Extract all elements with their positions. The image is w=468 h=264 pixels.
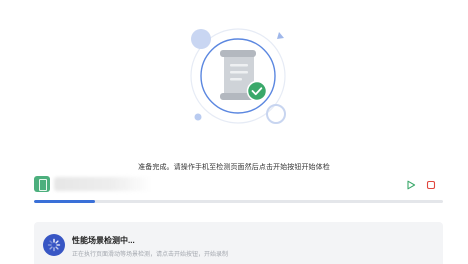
loading-spinner-icon <box>43 234 65 256</box>
task-subtitle: 正在执行页面滑动等场景检测，请点击开始按钮，开始录制 <box>72 252 229 258</box>
device-row <box>34 174 444 194</box>
progress-fill <box>34 200 96 203</box>
start-button[interactable] <box>406 180 416 190</box>
document-scroll-check-icon <box>190 28 286 124</box>
document-check-illustration <box>180 20 290 130</box>
status-message: 准备完成。请操作手机至检测页面然后点击开始按钮开始体检 <box>138 164 330 171</box>
progress-bar <box>34 200 443 203</box>
stop-button[interactable] <box>426 180 436 190</box>
stop-icon <box>426 180 436 190</box>
task-status-card: 性能场景检测中... 正在执行页面滑动等场景检测，请点击开始按钮，开始录制 <box>34 222 443 264</box>
play-icon <box>407 180 416 190</box>
device-name-redacted <box>54 177 152 191</box>
phone-icon <box>34 176 50 192</box>
task-title: 性能场景检测中... <box>72 236 135 245</box>
